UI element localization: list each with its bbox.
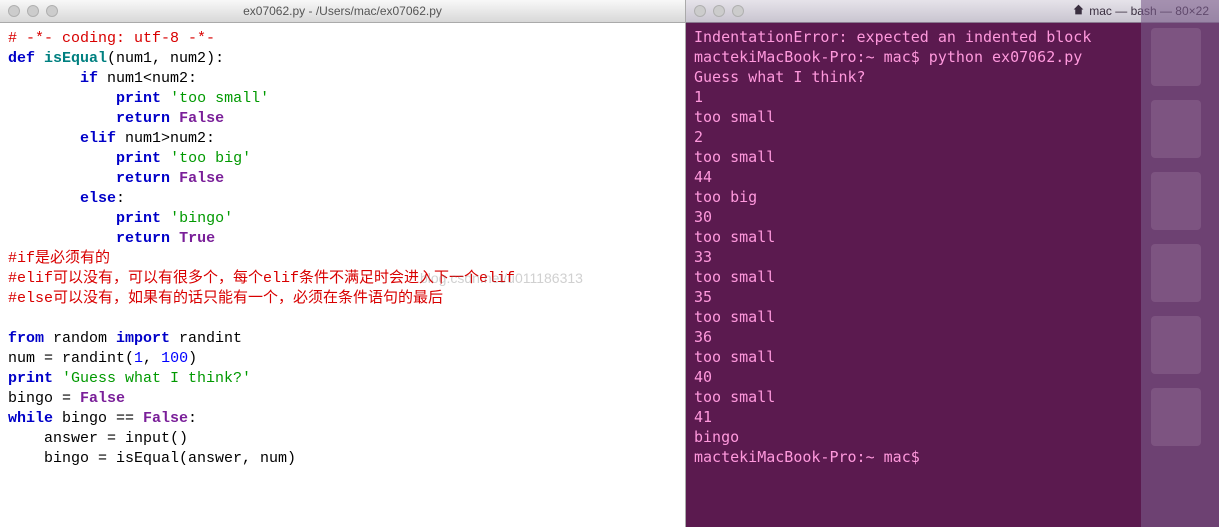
terminal-line: 2: [694, 127, 1211, 147]
kw-print: print: [116, 90, 161, 107]
terminal-window: mac — bash — 80×22 IndentationError: exp…: [686, 0, 1219, 527]
close-icon[interactable]: [694, 5, 706, 17]
kw-return: return: [116, 230, 170, 247]
code-text: num1<num2:: [98, 70, 197, 87]
code-editor[interactable]: # -*- coding: utf-8 -*- def isEqual(num1…: [0, 23, 685, 527]
string: 'too small': [170, 90, 269, 107]
kw-print: print: [116, 150, 161, 167]
code-text: bingo =: [8, 390, 80, 407]
kw-print: print: [8, 370, 53, 387]
traffic-lights: [694, 5, 744, 17]
code-comment: #else可以没有，如果有的话只能有一个，必须在条件语句的最后: [8, 290, 443, 307]
code-text: :: [116, 190, 125, 207]
terminal-line: too small: [694, 267, 1211, 287]
string: 'Guess what I think?': [62, 370, 251, 387]
kw-while: while: [8, 410, 53, 427]
zoom-icon[interactable]: [732, 5, 744, 17]
terminal-line: too small: [694, 307, 1211, 327]
const: False: [80, 390, 125, 407]
code-text: answer = input(): [8, 430, 188, 447]
terminal-line: 36: [694, 327, 1211, 347]
kw-print: print: [116, 210, 161, 227]
number: 1: [134, 350, 143, 367]
terminal-line: too small: [694, 107, 1211, 127]
traffic-lights: [8, 5, 58, 17]
editor-window: ex07062.py - /Users/mac/ex07062.py # -*-…: [0, 0, 686, 527]
code-text: num = randint(: [8, 350, 134, 367]
terminal-title-wrap: mac — bash — 80×22: [1072, 3, 1209, 19]
terminal-line: 1: [694, 87, 1211, 107]
const: False: [143, 410, 188, 427]
string: 'bingo': [170, 210, 233, 227]
terminal-line: too small: [694, 347, 1211, 367]
const: False: [179, 110, 224, 127]
code-text: ): [188, 350, 197, 367]
code-text: (num1, num2):: [107, 50, 224, 67]
code-text: ,: [143, 350, 161, 367]
home-icon: [1072, 3, 1085, 19]
terminal-titlebar[interactable]: mac — bash — 80×22: [686, 0, 1219, 23]
terminal-line: 41: [694, 407, 1211, 427]
string: 'too big': [170, 150, 251, 167]
code-comment: #elif可以没有，可以有很多个，每个elif条件不满足时会进入下一个elif: [8, 270, 515, 287]
number: 100: [161, 350, 188, 367]
kw-elif: elif: [80, 130, 116, 147]
terminal-line: too big: [694, 187, 1211, 207]
terminal-line: too small: [694, 227, 1211, 247]
code-text: randint: [170, 330, 242, 347]
terminal-title: mac — bash — 80×22: [1089, 4, 1209, 18]
code-text: bingo = isEqual(answer, num): [8, 450, 296, 467]
editor-titlebar[interactable]: ex07062.py - /Users/mac/ex07062.py: [0, 0, 685, 23]
terminal-line: 30: [694, 207, 1211, 227]
kw-if: if: [80, 70, 98, 87]
terminal-line: Guess what I think?: [694, 67, 1211, 87]
code-text: :: [188, 410, 197, 427]
kw-import: import: [116, 330, 170, 347]
code-text: bingo ==: [53, 410, 143, 427]
const: False: [179, 170, 224, 187]
terminal-line: 33: [694, 247, 1211, 267]
zoom-icon[interactable]: [46, 5, 58, 17]
func-name: isEqual: [44, 50, 107, 67]
minimize-icon[interactable]: [713, 5, 725, 17]
terminal-line: 40: [694, 367, 1211, 387]
code-line: # -*- coding: utf-8 -*-: [8, 30, 215, 47]
terminal-line: too small: [694, 147, 1211, 167]
terminal-line: mactekiMacBook-Pro:~ mac$: [694, 447, 1211, 467]
kw-else: else: [80, 190, 116, 207]
kw-return: return: [116, 170, 170, 187]
terminal-line: 44: [694, 167, 1211, 187]
kw-def: def: [8, 50, 35, 67]
terminal-line: too small: [694, 387, 1211, 407]
code-text: random: [44, 330, 116, 347]
terminal-body[interactable]: IndentationError: expected an indented b…: [686, 23, 1219, 527]
terminal-line: IndentationError: expected an indented b…: [694, 27, 1211, 47]
kw-return: return: [116, 110, 170, 127]
kw-from: from: [8, 330, 44, 347]
minimize-icon[interactable]: [27, 5, 39, 17]
code-text: num1>num2:: [116, 130, 215, 147]
terminal-line: bingo: [694, 427, 1211, 447]
close-icon[interactable]: [8, 5, 20, 17]
code-comment: #if是必须有的: [8, 250, 110, 267]
terminal-line: mactekiMacBook-Pro:~ mac$ python ex07062…: [694, 47, 1211, 67]
const: True: [179, 230, 215, 247]
terminal-line: 35: [694, 287, 1211, 307]
editor-title: ex07062.py - /Users/mac/ex07062.py: [0, 4, 685, 18]
